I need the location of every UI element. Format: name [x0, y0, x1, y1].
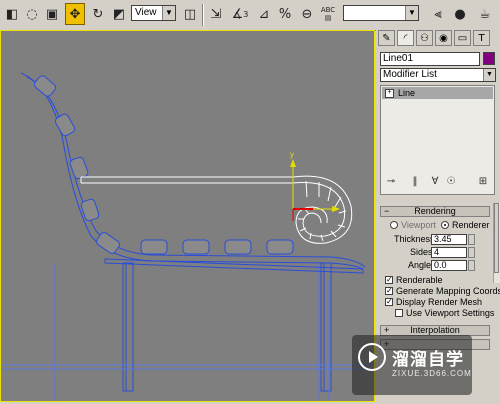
- mapping-coords-label: Generate Mapping Coords.: [396, 286, 500, 296]
- angle-spinner[interactable]: 0.0: [431, 260, 475, 271]
- spinner-arrows-icon[interactable]: [468, 247, 475, 258]
- create-tab-icon[interactable]: ✎: [378, 30, 395, 46]
- stack-toolbar: ⊸ ‖ ∀ ☉ ⊞: [380, 174, 496, 190]
- rendering-rollout-header[interactable]: − Rendering: [380, 206, 490, 217]
- rotate-tool-icon[interactable]: ↻: [88, 3, 108, 25]
- make-unique-icon[interactable]: ∀: [428, 174, 442, 188]
- reference-coordinate-value: View: [135, 7, 157, 18]
- material-editor-icon[interactable]: ●: [450, 3, 470, 25]
- use-viewport-settings-label: Use Viewport Settings: [406, 308, 495, 318]
- panel-scrollbar[interactable]: [493, 203, 500, 283]
- render-scene-icon[interactable]: ☕: [475, 3, 495, 25]
- percent-snap-icon[interactable]: ⊿: [254, 3, 274, 25]
- renderable-label: Renderable: [396, 275, 443, 285]
- mapping-coords-checkbox[interactable]: ✓: [385, 287, 393, 295]
- viewport-canvas: y: [1, 72, 374, 401]
- pin-stack-icon[interactable]: ⊸: [384, 174, 398, 188]
- object-color-swatch[interactable]: [483, 52, 495, 65]
- object-name-value: Line01: [383, 53, 414, 64]
- seat-slats: [140, 239, 294, 255]
- pivot-center-icon[interactable]: ◫: [180, 3, 200, 25]
- sides-value: 4: [434, 247, 440, 257]
- bench-legs: [1, 262, 374, 401]
- move-tool-icon[interactable]: ✥: [65, 3, 85, 25]
- select-by-name-icon[interactable]: ▣: [42, 3, 62, 25]
- chevron-down-icon: ▼: [483, 69, 495, 81]
- thickness-value: 3.45: [434, 234, 452, 244]
- display-tab-icon[interactable]: ▭: [454, 30, 471, 46]
- toolbar-separator: [202, 4, 204, 26]
- main-toolbar: ◧ ◌ ▣ ✥ ↻ ◩ View ▼ ◫ ⇲ ∡ 3 ⊿ % ⊖ ABC ▤ ▼ ⫷…: [0, 0, 500, 31]
- use-viewport-settings-checkbox[interactable]: [395, 309, 403, 317]
- display-render-mesh-label: Display Render Mesh: [396, 297, 483, 307]
- modifier-list-label: Modifier List: [383, 69, 437, 80]
- modify-tab-icon[interactable]: ◜: [397, 30, 414, 46]
- abc-label: ABC: [320, 6, 336, 14]
- interpolation-title: Interpolation: [410, 325, 460, 335]
- renderer-radio-label: Renderer: [452, 220, 490, 230]
- transform-gizmo[interactable]: y: [290, 150, 340, 221]
- angle-label: Angle:: [408, 260, 434, 270]
- select-manipulate-icon[interactable]: ⇲: [206, 3, 226, 25]
- viewport-front[interactable]: y: [0, 30, 375, 402]
- remove-modifier-icon[interactable]: ☉: [444, 174, 458, 188]
- back-slats: [33, 75, 120, 254]
- expand-icon[interactable]: +: [385, 89, 394, 99]
- motion-tab-icon[interactable]: ◉: [435, 30, 452, 46]
- stack-item-line[interactable]: + Line: [382, 87, 493, 99]
- chevron-down-icon: ▼: [162, 6, 175, 20]
- edit-named-selections-icon[interactable]: ABC ▤: [318, 3, 338, 25]
- scrollbar-thumb[interactable]: [494, 203, 499, 273]
- angle-snap-icon[interactable]: ∡ 3: [230, 3, 250, 25]
- renderer-radio[interactable]: [441, 221, 449, 229]
- named-selection-sets-dropdown[interactable]: ▼: [343, 5, 419, 21]
- watermark-logo: 溜溜自学 ZIXUE.3D66.COM: [352, 335, 472, 395]
- viewport-radio[interactable]: [390, 221, 398, 229]
- angle-snap-label: 3: [243, 9, 249, 19]
- play-logo-icon: [358, 343, 386, 371]
- mirror-icon[interactable]: ⫷: [428, 3, 448, 25]
- viewport-radio-label: Viewport: [401, 220, 436, 230]
- watermark-brand: 溜溜自学: [392, 350, 464, 370]
- spinner-arrows-icon[interactable]: [468, 234, 475, 245]
- modifier-list-dropdown[interactable]: Modifier List ▼: [380, 68, 496, 82]
- hierarchy-tab-icon[interactable]: ⚇: [416, 30, 433, 46]
- svg-text:y: y: [290, 150, 294, 159]
- spinner-arrows-icon[interactable]: [468, 260, 475, 271]
- collapse-icon: −: [384, 206, 390, 216]
- select-object-icon[interactable]: ◧: [2, 3, 22, 25]
- angle-value: 0.0: [434, 260, 447, 270]
- thickness-spinner[interactable]: 3.45: [431, 234, 475, 245]
- spinner-snap-icon[interactable]: %: [275, 3, 295, 25]
- chevron-down-icon: ▼: [405, 6, 418, 20]
- select-region-icon[interactable]: ◌: [22, 3, 42, 25]
- sides-spinner[interactable]: 4: [431, 247, 475, 258]
- object-name-field[interactable]: Line01: [380, 52, 480, 66]
- configure-sets-icon[interactable]: ⊞: [476, 174, 490, 188]
- stack-item-label: Line: [398, 88, 416, 98]
- display-render-mesh-checkbox[interactable]: ✓: [385, 298, 393, 306]
- show-end-result-icon[interactable]: ‖: [408, 174, 422, 188]
- named-selection-icon[interactable]: ⊖: [297, 3, 317, 25]
- scale-tool-icon[interactable]: ◩: [109, 3, 129, 25]
- watermark-url: ZIXUE.3D66.COM: [392, 369, 472, 378]
- reference-coordinate-dropdown[interactable]: View ▼: [131, 5, 176, 21]
- command-panel-tabs: ✎ ◜ ⚇ ◉ ▭ T: [378, 30, 498, 47]
- renderable-checkbox[interactable]: ✓: [385, 276, 393, 284]
- utilities-tab-icon[interactable]: T: [473, 30, 490, 46]
- rendering-title: Rendering: [414, 206, 456, 216]
- expand-icon: +: [384, 325, 390, 335]
